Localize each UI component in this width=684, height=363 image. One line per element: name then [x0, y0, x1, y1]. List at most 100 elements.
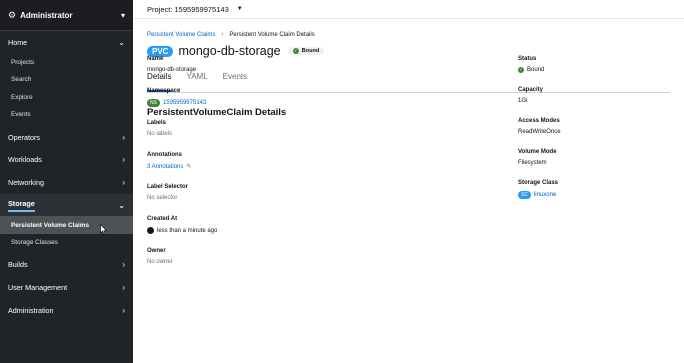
nav-item-persistent-volume-claims[interactable]: Persistent Volume Claims — [0, 216, 133, 234]
field-value: SC linuxone — [518, 191, 558, 199]
field-label: Labels — [147, 120, 167, 126]
field-value: NS 1595959975143 — [147, 99, 206, 107]
nav-section-networking[interactable]: Networking › — [0, 171, 133, 194]
field-value: mongo-db-storage — [147, 67, 197, 73]
nav-section-label: Administration — [8, 305, 54, 315]
perspective-label: Administrator — [20, 10, 73, 20]
field-label-selector: Label Selector No selector — [147, 184, 188, 201]
storage-class-link[interactable]: linuxone — [534, 192, 556, 198]
chevron-down-icon: ⌄ — [118, 200, 125, 210]
nav-section-home[interactable]: Home ⌄ — [0, 31, 133, 54]
chevron-right-icon: › — [122, 282, 125, 292]
title-row: PVC mongo-db-storage ✓ Bound — [147, 40, 670, 62]
caret-down-icon: ▾ — [120, 10, 125, 20]
field-value: ReadWriteOnce — [518, 129, 561, 135]
nav-item-projects[interactable]: Projects — [0, 54, 133, 72]
details-section: PersistentVolumeClaim Details — [133, 93, 684, 118]
field-label: Created At — [147, 216, 178, 222]
check-circle-icon: ✓ — [518, 67, 524, 73]
status-badge-text: Bound — [301, 48, 320, 54]
annotations-link[interactable]: 3 Annotations — [147, 164, 183, 170]
field-value: ✓ Bound — [518, 67, 544, 73]
field-value: 3 Annotations ✎ — [147, 163, 191, 171]
field-value: Filesystem — [518, 160, 547, 166]
pencil-icon[interactable]: ✎ — [186, 163, 191, 170]
chevron-right-icon: › — [122, 155, 125, 165]
field-capacity: Capacity 1Gi — [518, 87, 543, 104]
breadcrumb-current: Persistent Volume Claim Details — [229, 32, 315, 38]
field-label: Volume Mode — [518, 149, 557, 155]
namespace-link[interactable]: 1595959975143 — [163, 100, 206, 106]
nav-item-events[interactable]: Events — [0, 106, 133, 124]
nav-section-label: Networking — [8, 177, 44, 187]
tab-events[interactable]: Events — [223, 72, 247, 92]
field-value: No selector — [147, 195, 178, 201]
field-label: Name — [147, 56, 164, 62]
field-created-at: Created At less than a minute ago — [147, 216, 217, 234]
field-label: Owner — [147, 248, 166, 254]
field-label: Status — [518, 56, 537, 62]
field-label: Annotations — [147, 152, 182, 158]
chevron-right-icon: › — [122, 132, 125, 142]
field-volume-mode: Volume Mode Filesystem — [518, 149, 557, 166]
field-storage-class: Storage Class SC linuxone — [518, 180, 558, 199]
nav-item-search[interactable]: Search — [0, 71, 133, 89]
field-namespace: Namespace NS 1595959975143 — [147, 88, 206, 107]
breadcrumb-separator-icon: › — [221, 32, 224, 38]
nav-section-operators[interactable]: Operators › — [0, 126, 133, 149]
tab-bar: Details YAML Events — [147, 72, 670, 93]
field-label: Storage Class — [518, 180, 559, 186]
nav-item-storage-classes[interactable]: Storage Classes — [0, 234, 133, 252]
namespace-badge: NS — [147, 99, 160, 107]
main-content: Persistent Volume Claims › Persistent Vo… — [133, 19, 684, 363]
gear-icon: ⚙ — [8, 9, 17, 20]
chevron-down-icon: ⌄ — [118, 37, 125, 47]
chevron-right-icon: › — [122, 305, 125, 315]
field-label: Access Modes — [518, 118, 560, 124]
field-status: Status ✓ Bound — [518, 56, 544, 73]
page-header: Persistent Volume Claims › Persistent Vo… — [133, 19, 684, 93]
chevron-right-icon: › — [122, 177, 125, 187]
nav-section-label: Builds — [8, 260, 28, 270]
nav-section-builds[interactable]: Builds › — [0, 253, 133, 276]
nav-section-label: Home — [8, 37, 28, 47]
caret-down-icon: ▼ — [236, 6, 243, 12]
breadcrumb: Persistent Volume Claims › Persistent Vo… — [147, 19, 670, 39]
nav-item-explore[interactable]: Explore — [0, 89, 133, 107]
nav-section-user-management[interactable]: User Management › — [0, 276, 133, 299]
field-value: less than a minute ago — [147, 227, 217, 234]
created-timestamp: less than a minute ago — [157, 227, 218, 234]
section-title: PersistentVolumeClaim Details — [147, 107, 287, 118]
resource-kind-badge: PVC — [147, 45, 174, 57]
nav-section-label: User Management — [8, 282, 68, 292]
storage-class-badge: SC — [518, 191, 531, 199]
field-access-modes: Access Modes ReadWriteOnce — [518, 118, 561, 135]
sidebar: ⚙ Administrator ▾ Home ⌄ Projects Search… — [0, 0, 133, 363]
chevron-right-icon: › — [122, 260, 125, 270]
nav-section-label: Workloads — [8, 155, 42, 165]
project-selector[interactable]: Project: 1595959975143 ▼ — [133, 0, 684, 19]
field-annotations: Annotations 3 Annotations ✎ — [147, 152, 191, 170]
check-circle-icon: ✓ — [292, 48, 299, 54]
nav-section-label: Storage — [8, 199, 35, 212]
nav-section-label: Operators — [8, 132, 40, 142]
field-name: Name mongo-db-storage — [147, 56, 196, 73]
field-owner: Owner No owner — [147, 248, 173, 265]
field-labels: Labels No labels — [147, 120, 172, 137]
nav-section-administration[interactable]: Administration › — [0, 299, 133, 322]
perspective-switcher[interactable]: ⚙ Administrator ▾ — [0, 0, 133, 31]
field-label: Capacity — [518, 87, 544, 93]
field-value: No owner — [147, 259, 173, 265]
breadcrumb-link-pvcs[interactable]: Persistent Volume Claims — [147, 32, 215, 38]
mouse-cursor-icon — [100, 224, 108, 235]
status-text: Bound — [527, 67, 545, 73]
field-value: 1Gi — [518, 98, 528, 104]
nav-section-storage[interactable]: Storage ⌄ — [0, 193, 133, 217]
globe-icon — [147, 227, 154, 234]
field-value: No labels — [147, 131, 173, 137]
nav-section-workloads[interactable]: Workloads › — [0, 148, 133, 171]
field-label: Label Selector — [147, 184, 189, 190]
nav-group-storage: Storage ⌄ Persistent Volume Claims Stora… — [0, 193, 133, 254]
status-badge: ✓ Bound — [287, 47, 325, 55]
nav-group-home: Home ⌄ Projects Search Explore Events — [0, 31, 133, 126]
